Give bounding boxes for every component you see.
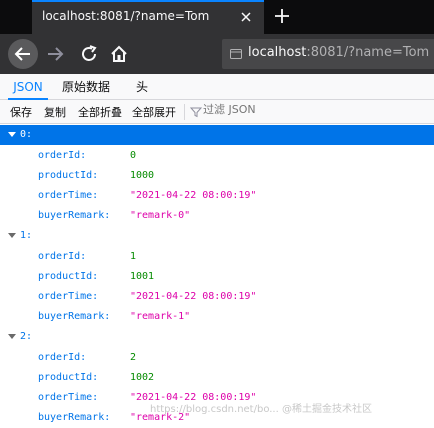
key-productid: productId:	[38, 372, 99, 383]
value-buyerremark: "remark-0"	[130, 210, 191, 221]
tree-row[interactable]: orderId: 1	[0, 247, 434, 267]
copy-button[interactable]: 复制	[44, 104, 66, 120]
key-ordertime: orderTime:	[38, 392, 99, 403]
key-buyerremark: buyerRemark:	[38, 210, 111, 221]
tree-row-object[interactable]: 2:	[0, 327, 434, 347]
key-buyerremark: buyerRemark:	[38, 311, 111, 322]
key-orderid: orderId:	[38, 150, 87, 161]
value-orderid: 1	[130, 251, 137, 262]
viewer-tabs: JSON 原始数据 头	[0, 74, 434, 100]
tree-row[interactable]: orderId: 0	[0, 146, 434, 166]
value-ordertime: "2021-04-22 08:00:19"	[130, 190, 257, 201]
new-tab-icon[interactable]	[272, 6, 292, 26]
tree-row-object[interactable]: 1:	[0, 226, 434, 246]
value-productid: 1000	[130, 170, 155, 181]
reload-button[interactable]	[78, 43, 100, 65]
value-orderid: 2	[130, 352, 137, 363]
expand-toggle-icon[interactable]	[8, 334, 16, 339]
json-tree: 0: orderId: 0 productId: 1000 orderTime:…	[0, 125, 434, 428]
filter-icon	[190, 107, 202, 118]
key-productid: productId:	[38, 170, 99, 181]
tab-title: localhost:8081/?name=Tom	[42, 9, 210, 23]
tree-row[interactable]: orderTime: "2021-04-22 08:00:19"	[0, 186, 434, 206]
key-orderid: orderId:	[38, 352, 87, 363]
back-button[interactable]	[8, 39, 38, 69]
tree-row[interactable]: productId: 1002	[0, 368, 434, 388]
close-icon[interactable]	[238, 9, 254, 25]
filter-json-input[interactable]	[203, 103, 283, 116]
object-index: 1:	[20, 230, 33, 241]
value-orderid: 0	[130, 150, 137, 161]
expand-all-button[interactable]: 全部展开	[132, 104, 176, 120]
toolbar-divider	[184, 104, 185, 120]
url-bar[interactable]: localhost:8081/?name=Tom	[222, 39, 434, 69]
key-orderid: orderId:	[38, 251, 87, 262]
tab-strip: localhost:8081/?name=Tom	[0, 0, 434, 34]
expand-toggle-icon[interactable]	[8, 233, 16, 238]
tree-row[interactable]: orderTime: "2021-04-22 08:00:19"	[0, 287, 434, 307]
key-productid: productId:	[38, 271, 99, 282]
url-host: localhost	[248, 45, 307, 60]
tab-headers[interactable]: 头	[136, 74, 156, 100]
browser-tab[interactable]: localhost:8081/?name=Tom	[32, 0, 264, 34]
tab-json[interactable]: JSON	[8, 74, 48, 100]
collapse-all-button[interactable]: 全部折叠	[78, 104, 122, 120]
key-ordertime: orderTime:	[38, 291, 99, 302]
key-ordertime: orderTime:	[38, 190, 99, 201]
viewer-toolbar: 保存 复制 全部折叠 全部展开	[0, 100, 434, 124]
key-buyerremark: buyerRemark:	[38, 412, 111, 423]
tree-row[interactable]: orderId: 2	[0, 348, 434, 368]
home-button[interactable]	[108, 43, 130, 65]
watermark: https://blog.csdn.net/bo... @稀土掘金技术社区	[150, 404, 372, 415]
page-icon	[230, 49, 242, 59]
object-index: 0:	[20, 129, 33, 140]
tree-row[interactable]: buyerRemark: "remark-0"	[0, 206, 434, 226]
arrow-left-icon	[14, 47, 30, 61]
tree-row-object[interactable]: 0:	[0, 125, 434, 145]
tree-row[interactable]: productId: 1000	[0, 166, 434, 186]
save-button[interactable]: 保存	[10, 104, 32, 120]
value-buyerremark: "remark-1"	[130, 311, 191, 322]
tree-row[interactable]: productId: 1001	[0, 267, 434, 287]
url-text: localhost:8081/?name=Tom	[248, 45, 429, 60]
expand-toggle-icon[interactable]	[8, 132, 16, 137]
tab-raw-data[interactable]: 原始数据	[62, 74, 122, 100]
nav-bar: localhost:8081/?name=Tom	[0, 34, 434, 74]
url-path: :8081/?name=Tom	[306, 45, 430, 60]
object-index: 2:	[20, 331, 33, 342]
value-productid: 1002	[130, 372, 155, 383]
value-productid: 1001	[130, 271, 155, 282]
forward-button[interactable]	[44, 43, 66, 65]
value-ordertime: "2021-04-22 08:00:19"	[130, 291, 257, 302]
tree-row[interactable]: buyerRemark: "remark-1"	[0, 307, 434, 327]
